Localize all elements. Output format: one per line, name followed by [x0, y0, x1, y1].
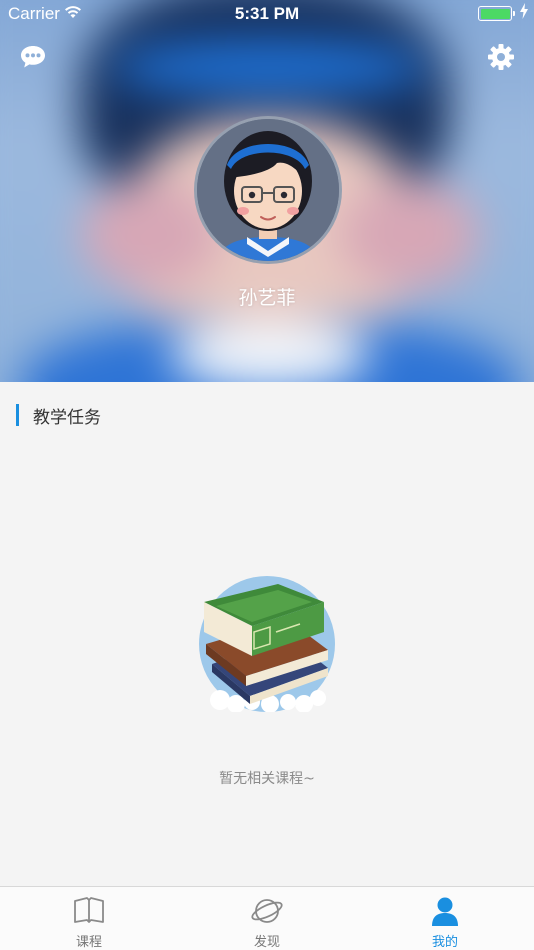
tab-mine[interactable]: 我的 — [356, 887, 534, 950]
planet-icon — [250, 895, 284, 927]
username: 孙艺菲 — [238, 287, 296, 309]
avatar[interactable] — [194, 116, 342, 264]
empty-state-message: 暂无相关课程~ — [219, 771, 315, 787]
status-bar: Carrier 5:31 PM — [0, 0, 534, 28]
book-open-icon — [72, 895, 106, 927]
tab-courses[interactable]: 课程 — [0, 887, 178, 950]
user-icon — [428, 895, 462, 927]
profile-header: Carrier 5:31 PM 孙艺菲 — [0, 0, 534, 382]
tab-label: 发现 — [253, 935, 280, 950]
tab-bar: 课程 发现 我的 — [0, 886, 534, 950]
tab-label: 课程 — [75, 935, 102, 950]
tab-discover[interactable]: 发现 — [178, 887, 356, 950]
tab-label: 我的 — [431, 935, 458, 950]
chat-bubble-icon[interactable] — [18, 42, 48, 72]
clock: 5:31 PM — [234, 4, 300, 23]
section-accent-bar — [16, 404, 19, 426]
book-stack-icon — [190, 572, 344, 713]
gear-icon[interactable] — [486, 42, 516, 72]
section-heading: 教学任务 — [16, 404, 101, 428]
section-title: 教学任务 — [33, 407, 101, 428]
charging-icon — [520, 3, 528, 24]
battery-icon — [478, 6, 515, 21]
